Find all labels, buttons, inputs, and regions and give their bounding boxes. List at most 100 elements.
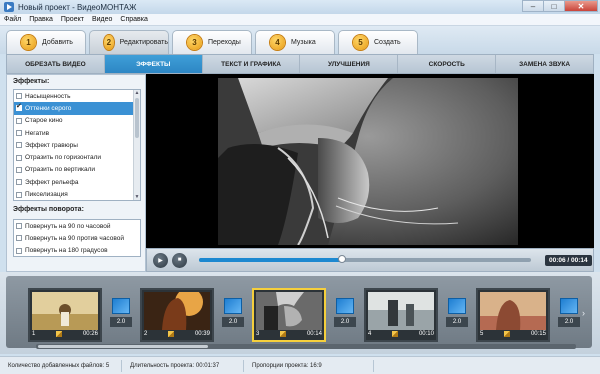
clip-duration: 00:26 bbox=[82, 331, 98, 337]
effect-item-grayscale[interactable]: Оттенки серого bbox=[14, 102, 140, 115]
effect-item-flip-horizontal[interactable]: Отразить по горизонтали bbox=[14, 151, 140, 163]
step-navigation: 1 Добавить 2 Редактировать 3 Переходы 4 … bbox=[0, 26, 600, 54]
checkbox[interactable] bbox=[16, 166, 22, 173]
clip-thumbnail bbox=[368, 292, 434, 330]
rotate-90-ccw[interactable]: Повернуть на 90 против часовой bbox=[14, 232, 140, 244]
step-number-badge: 5 bbox=[353, 35, 368, 50]
transition-icon bbox=[448, 298, 466, 314]
step-transitions[interactable]: 3 Переходы bbox=[172, 30, 252, 54]
rotation-item-label: Повернуть на 180 градусов bbox=[25, 247, 108, 255]
stop-icon[interactable]: ■ bbox=[172, 252, 187, 268]
step-edit[interactable]: 2 Редактировать bbox=[89, 30, 169, 54]
edit-pencil-icon[interactable] bbox=[392, 331, 399, 337]
rotate-180[interactable]: Повернуть на 180 градусов bbox=[14, 245, 140, 256]
step-create[interactable]: 5 Создать bbox=[338, 30, 418, 54]
film-play-icon bbox=[4, 2, 14, 12]
video-preview[interactable] bbox=[146, 74, 594, 248]
transition-3[interactable]: 2.0 bbox=[334, 298, 356, 334]
checkbox[interactable] bbox=[16, 117, 22, 124]
maximize-button[interactable]: □ bbox=[543, 0, 565, 12]
tab-trim-video[interactable]: ОБРЕЗАТЬ ВИДЕО bbox=[7, 55, 105, 73]
clip-number: 1 bbox=[32, 331, 36, 337]
effect-item-old-film[interactable]: Старое кино bbox=[14, 115, 140, 127]
step-add[interactable]: 1 Добавить bbox=[6, 30, 86, 54]
transition-2[interactable]: 2.0 bbox=[222, 298, 244, 334]
preview-frame-image bbox=[218, 78, 518, 245]
clip-2[interactable]: 2 00:39 bbox=[140, 288, 214, 342]
scroll-thumb[interactable] bbox=[38, 345, 208, 348]
tab-text-graphics[interactable]: ТЕКСТ И ГРАФИКА bbox=[203, 55, 301, 73]
menu-edit[interactable]: Правка bbox=[25, 16, 57, 23]
tab-replace-audio[interactable]: ЗАМЕНА ЗВУКА bbox=[496, 55, 593, 73]
effect-item-label: Эффект гравюры bbox=[25, 141, 78, 149]
checkbox[interactable] bbox=[16, 223, 22, 230]
clip-4[interactable]: 4 00:10 bbox=[364, 288, 438, 342]
checkbox[interactable] bbox=[16, 102, 22, 112]
clip-number: 2 bbox=[144, 331, 148, 337]
effects-scrollbar[interactable]: ▲ ▼ bbox=[133, 90, 140, 200]
effects-label: Эффекты: bbox=[13, 78, 50, 85]
clip-3[interactable]: 3 00:14 bbox=[252, 288, 326, 342]
transition-icon bbox=[224, 298, 242, 314]
step-label: Редактировать bbox=[119, 39, 168, 46]
tab-speed[interactable]: СКОРОСТЬ bbox=[398, 55, 497, 73]
clip-number: 4 bbox=[368, 331, 372, 337]
status-aspect-ratio: Пропорции проекта: 16:9 bbox=[244, 359, 374, 372]
clip-5[interactable]: 5 00:15 bbox=[476, 288, 550, 342]
tab-effects[interactable]: ЭФФЕКТЫ bbox=[104, 55, 203, 73]
menu-help[interactable]: Справка bbox=[116, 16, 151, 23]
clip-number: 3 bbox=[256, 331, 260, 337]
checkbox[interactable] bbox=[16, 142, 22, 149]
edit-pencil-icon[interactable] bbox=[280, 331, 287, 337]
rotation-label: Эффекты поворота: bbox=[13, 206, 84, 213]
close-button[interactable]: ✕ bbox=[564, 0, 598, 12]
effect-item-pixelate[interactable]: Пикселизация bbox=[14, 188, 140, 200]
minimize-button[interactable]: – bbox=[522, 0, 544, 12]
edit-pencil-icon[interactable] bbox=[56, 331, 63, 337]
checkbox[interactable] bbox=[16, 130, 22, 137]
timeline-scrollbar[interactable] bbox=[36, 344, 576, 349]
timeline: 1 00:26 2.0 2 00:39 2.0 3 00:14 2.0 4 00:10 … bbox=[0, 272, 600, 354]
seek-bar[interactable] bbox=[199, 255, 531, 263]
scroll-down-icon[interactable]: ▼ bbox=[134, 194, 140, 200]
clip-duration: 00:14 bbox=[306, 331, 322, 337]
transition-duration: 2.0 bbox=[334, 317, 356, 327]
checkbox[interactable] bbox=[16, 235, 22, 242]
effect-item-label: Отразить по горизонтали bbox=[25, 154, 102, 162]
window-controls: – □ ✕ bbox=[522, 0, 598, 12]
menu-bar: Файл Правка Проект Видео Справка bbox=[0, 14, 600, 26]
rotate-90-cw[interactable]: Повернуть на 90 по часовой bbox=[14, 220, 140, 232]
seek-handle[interactable] bbox=[337, 255, 346, 263]
checkbox[interactable] bbox=[16, 191, 22, 198]
scroll-thumb[interactable] bbox=[135, 98, 139, 138]
tab-enhancements[interactable]: УЛУЧШЕНИЯ bbox=[300, 55, 399, 73]
transition-5[interactable]: 2.0 bbox=[558, 298, 580, 334]
clip-1[interactable]: 1 00:26 bbox=[28, 288, 102, 342]
effect-item-negative[interactable]: Негатив bbox=[14, 127, 140, 139]
checkbox[interactable] bbox=[16, 154, 22, 161]
effect-item-flip-vertical[interactable]: Отразить по вертикали bbox=[14, 164, 140, 176]
checkbox[interactable] bbox=[16, 247, 22, 254]
menu-file[interactable]: Файл bbox=[0, 16, 25, 23]
checkbox[interactable] bbox=[16, 179, 22, 186]
effect-item-label: Оттенки серого bbox=[25, 104, 72, 112]
transition-4[interactable]: 2.0 bbox=[446, 298, 468, 334]
step-music[interactable]: 4 Музыка bbox=[255, 30, 335, 54]
edit-subtabs: ОБРЕЗАТЬ ВИДЕО ЭФФЕКТЫ ТЕКСТ И ГРАФИКА У… bbox=[6, 54, 594, 74]
chevron-right-icon[interactable]: › bbox=[582, 308, 590, 322]
transition-duration: 2.0 bbox=[446, 317, 468, 327]
scroll-up-icon[interactable]: ▲ bbox=[134, 90, 140, 96]
clip-thumbnail bbox=[144, 292, 210, 330]
checkbox[interactable] bbox=[16, 93, 22, 100]
transition-1[interactable]: 2.0 bbox=[110, 298, 132, 334]
menu-video[interactable]: Видео bbox=[88, 16, 116, 23]
edit-pencil-icon[interactable] bbox=[504, 331, 511, 337]
rotation-item-label: Повернуть на 90 по часовой bbox=[25, 222, 111, 230]
effect-item-emboss[interactable]: Эффект рельефа bbox=[14, 176, 140, 188]
menu-project[interactable]: Проект bbox=[57, 16, 88, 23]
seek-progress bbox=[199, 258, 342, 262]
play-icon[interactable]: ▶ bbox=[153, 252, 168, 268]
edit-pencil-icon[interactable] bbox=[168, 331, 175, 337]
effect-item-engraving[interactable]: Эффект гравюры bbox=[14, 139, 140, 151]
effect-item-saturation[interactable]: Насыщенность bbox=[14, 90, 140, 102]
